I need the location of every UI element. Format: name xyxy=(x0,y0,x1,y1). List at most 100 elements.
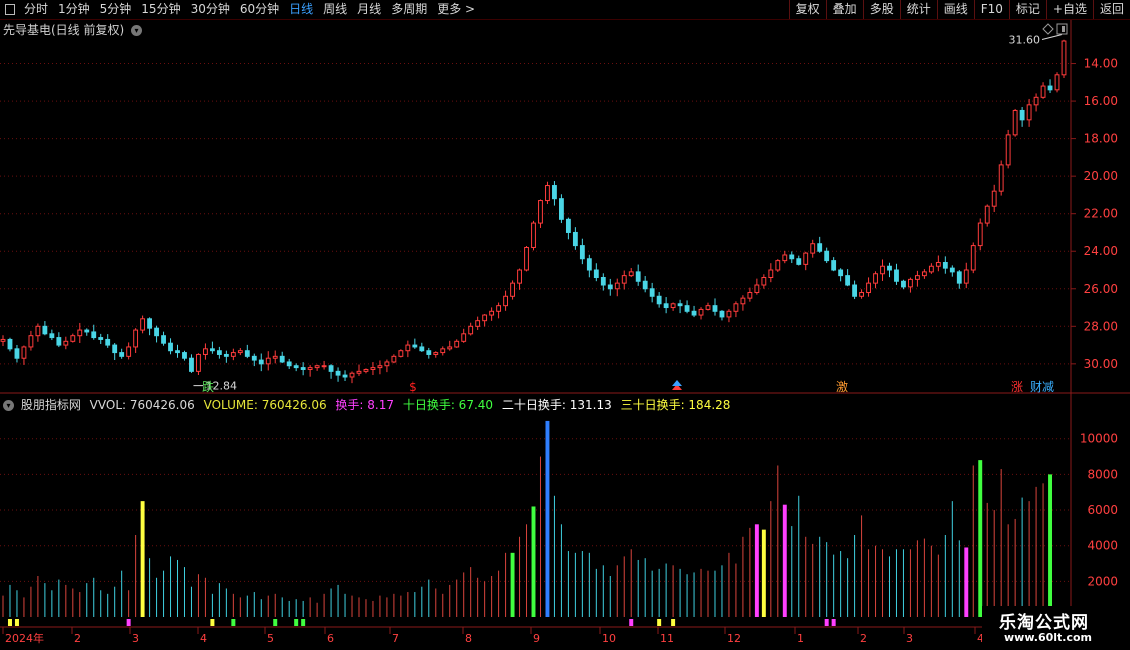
period-tab-7[interactable]: 周线 xyxy=(318,0,352,19)
candle-body xyxy=(112,344,118,354)
toolbar-button-4[interactable]: 画线 xyxy=(936,0,974,19)
candle-body xyxy=(28,335,34,348)
x-tick-label: 11 xyxy=(660,632,674,645)
volume-bar xyxy=(372,600,374,617)
volume-bar xyxy=(510,552,515,617)
x-tick-label: 3 xyxy=(132,632,139,645)
x-tick-label: 2 xyxy=(860,632,867,645)
signal-block xyxy=(301,619,306,626)
volume-bar xyxy=(407,592,409,617)
volume-bar xyxy=(72,588,74,617)
candle-body xyxy=(782,254,788,262)
volume-bar xyxy=(149,558,151,617)
chevron-down-icon[interactable]: ▾ xyxy=(131,25,143,36)
candle-body xyxy=(272,355,278,359)
volume-bar xyxy=(805,536,807,617)
candle-body xyxy=(789,254,795,260)
candle-body xyxy=(538,200,543,224)
volume-bar xyxy=(1035,486,1037,617)
volume-bar xyxy=(400,595,402,617)
toolbar-button-8[interactable]: 返回 xyxy=(1092,0,1130,19)
candle-body xyxy=(223,353,229,357)
price-tick-label: 20.00 xyxy=(1084,169,1118,183)
volume-bar xyxy=(545,420,550,617)
volume-bar xyxy=(414,592,416,617)
candle-body xyxy=(517,269,522,284)
toolbar-button-0[interactable]: 复权 xyxy=(788,0,826,19)
period-tab-6[interactable]: 日线 xyxy=(284,0,318,19)
candle-body xyxy=(628,271,634,277)
period-tab-3[interactable]: 15分钟 xyxy=(136,0,185,19)
turnover-30d-value: 三十日换手: 184.28 xyxy=(620,398,731,412)
candle-body xyxy=(761,277,767,286)
candle-body xyxy=(98,337,104,340)
volume-bar xyxy=(868,549,870,617)
volume-bar xyxy=(623,556,625,617)
period-tab-4[interactable]: 30分钟 xyxy=(186,0,235,19)
period-tab-9[interactable]: 多周期 xyxy=(386,0,432,19)
period-tab-10[interactable]: 更多 > xyxy=(432,0,480,19)
period-tab-2[interactable]: 5分钟 xyxy=(95,0,137,19)
period-tab-0[interactable]: 分时 xyxy=(19,0,53,19)
volume-bar xyxy=(253,592,255,617)
period-tab-1[interactable]: 1分钟 xyxy=(53,0,95,19)
candle-body xyxy=(1012,109,1018,136)
period-tab-5[interactable]: 60分钟 xyxy=(235,0,284,19)
candle-body xyxy=(607,284,613,290)
candle-body xyxy=(35,325,41,337)
volume-bar xyxy=(923,538,925,617)
turnover-value: 换手: 8.17 xyxy=(335,398,394,412)
candle-body xyxy=(161,335,166,344)
candle-body xyxy=(189,357,194,372)
volume-bar xyxy=(491,576,493,617)
volume-bar xyxy=(65,584,67,617)
candle-body xyxy=(216,350,222,355)
toolbar-button-1[interactable]: 叠加 xyxy=(825,0,863,19)
up-arrow-icon xyxy=(672,384,682,390)
candle-body xyxy=(963,269,969,284)
x-tick-label: 9 xyxy=(533,632,540,645)
volume-bar xyxy=(761,529,766,617)
toolbar-button-3[interactable]: 统计 xyxy=(899,0,937,19)
layout-toggle-icon[interactable] xyxy=(5,4,15,15)
toolbar-button-5[interactable]: F10 xyxy=(973,0,1009,19)
toolbar-button-2[interactable]: 多股 xyxy=(862,0,900,19)
volume-bar xyxy=(721,565,723,617)
candle-body xyxy=(768,269,774,279)
candle-body xyxy=(49,333,55,339)
candle-body xyxy=(447,346,453,350)
volume-bar xyxy=(833,554,835,617)
volume-bar xyxy=(302,600,304,617)
volume-bar xyxy=(847,558,849,617)
volume-bar xyxy=(665,563,667,617)
candle-body xyxy=(684,305,690,312)
volume-bar xyxy=(519,536,521,617)
candle-body xyxy=(468,325,474,335)
volume-bar xyxy=(225,588,227,617)
candle-body xyxy=(775,260,781,271)
volume-tick-label: 2000 xyxy=(1087,574,1118,588)
period-tab-8[interactable]: 月线 xyxy=(352,0,386,19)
volume-bar xyxy=(128,590,130,617)
volume-bar xyxy=(944,535,946,617)
x-tick-label: 10 xyxy=(602,632,616,645)
candle-body xyxy=(733,303,739,312)
signal-marker: $ xyxy=(409,380,417,394)
toolbar-button-6[interactable]: 标记 xyxy=(1008,0,1046,19)
min-price-label: 12.84 xyxy=(205,380,237,393)
candle-body xyxy=(349,372,355,378)
volume-bar xyxy=(163,570,165,617)
chevron-down-icon[interactable]: ▾ xyxy=(3,400,14,411)
candle-body xyxy=(984,205,990,224)
candle-body xyxy=(391,355,397,363)
period-tabs: 分时 1分钟 5分钟 15分钟 30分钟 60分钟 日线 周线 月线 多周期 更多 > xyxy=(2,0,480,19)
price-tick-label: 28.00 xyxy=(1084,319,1118,333)
candle-body xyxy=(600,277,606,286)
volume-bar xyxy=(895,549,897,617)
volume-bar xyxy=(679,568,681,617)
toolbar-button-7[interactable]: +自选 xyxy=(1045,0,1093,19)
candle-body xyxy=(845,275,851,286)
candle-body xyxy=(572,231,578,247)
candle-body xyxy=(970,245,976,271)
candle-body xyxy=(545,185,550,202)
